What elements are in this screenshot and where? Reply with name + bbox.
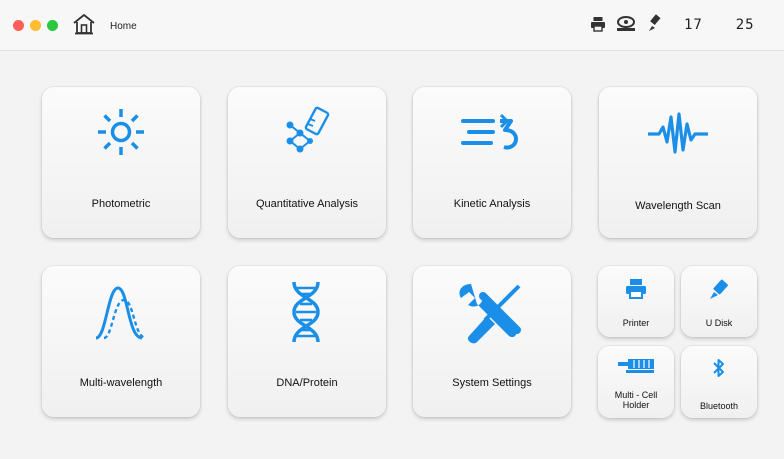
multi-cell-holder-label-line2: Holder <box>622 400 650 410</box>
photometric-label: Photometric <box>91 198 151 210</box>
multi-wavelength-label: Multi-wavelength <box>79 377 163 389</box>
u-disk-label: U Disk <box>705 318 733 328</box>
photometric-tile[interactable]: Photometric <box>42 87 200 238</box>
system-settings-tile[interactable]: System Settings <box>413 266 571 417</box>
window-controls <box>13 20 58 31</box>
printer-status-icon <box>591 17 605 32</box>
quantitative-analysis-tile[interactable]: Quantitative Analysis <box>228 87 386 238</box>
wavelength-scan-label: Wavelength Scan <box>635 200 721 212</box>
u-disk-tile[interactable]: U Disk <box>681 266 757 337</box>
minimize-window-dot[interactable] <box>30 20 41 31</box>
bell-curve-icon <box>95 286 147 340</box>
printer-tile[interactable]: Printer <box>598 266 674 337</box>
kinetic-analysis-tile[interactable]: Kinetic Analysis <box>413 87 571 238</box>
top-bar: Home 17 25 <box>0 0 784 51</box>
close-window-dot[interactable] <box>13 20 24 31</box>
kinetic-speed-icon <box>461 113 518 150</box>
bluetooth-label: Bluetooth <box>699 401 739 411</box>
waveform-icon <box>648 112 708 154</box>
cuvette-molecule-icon <box>286 106 330 153</box>
clock-minute: 25 <box>735 17 755 33</box>
multi-cell-holder-status-icon <box>617 16 635 31</box>
dna-protein-label: DNA/Protein <box>276 377 338 389</box>
multi-wavelength-tile[interactable]: Multi-wavelength <box>42 266 200 417</box>
dna-helix-icon <box>292 281 320 343</box>
bluetooth-icon <box>713 359 724 377</box>
multi-cell-holder-label-line1: Multi - Cell <box>614 390 658 400</box>
maximize-window-dot[interactable] <box>47 20 58 31</box>
printer-icon <box>626 279 646 299</box>
bluetooth-tile[interactable]: Bluetooth <box>681 346 757 418</box>
wrench-screwdriver-icon <box>459 284 521 344</box>
clock: 17 25 <box>684 17 755 33</box>
multi-cell-holder-icon <box>618 359 654 373</box>
multi-cell-holder-label: Multi - Cell Holder <box>598 390 674 410</box>
kinetic-analysis-label: Kinetic Analysis <box>453 198 531 210</box>
printer-label: Printer <box>622 318 650 328</box>
clock-hour: 17 <box>684 17 703 33</box>
dna-protein-tile[interactable]: DNA/Protein <box>228 266 386 417</box>
usb-drive-icon <box>710 279 728 299</box>
multi-cell-holder-tile[interactable]: Multi - Cell Holder <box>598 346 674 418</box>
wavelength-scan-tile[interactable]: Wavelength Scan <box>599 87 757 238</box>
sun-icon <box>98 109 144 155</box>
usb-status-icon <box>649 14 661 31</box>
system-settings-label: System Settings <box>452 377 532 389</box>
breadcrumb-home: Home <box>110 21 137 32</box>
quantitative-analysis-label: Quantitative Analysis <box>255 198 359 210</box>
home-icon[interactable] <box>72 12 96 36</box>
